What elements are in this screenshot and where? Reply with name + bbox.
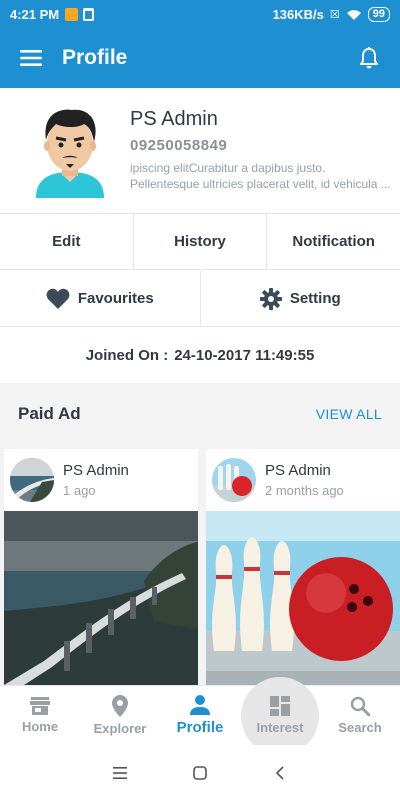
favourites-label: Favourites <box>77 290 154 307</box>
ad-card-meta: PS Admin 2 months ago <box>265 462 344 498</box>
store-icon <box>30 697 50 715</box>
profile-info: PS Admin 09250058849 ipiscing elitCurabi… <box>130 102 391 213</box>
chevron-left-icon <box>275 765 284 780</box>
back-button[interactable] <box>266 759 294 787</box>
person-icon <box>190 695 210 715</box>
ad-card-meta: PS Admin 1 ago <box>63 462 129 498</box>
profile-bio-line2: Pellentesque ultricies placerat velit, i… <box>130 177 391 191</box>
nav-interest-label: Interest <box>256 720 304 735</box>
menu-lines-icon <box>113 766 127 779</box>
trash-notification-icon <box>83 7 95 21</box>
ad-card[interactable]: PS Admin 2 months ago <box>206 449 400 685</box>
favourites-button[interactable]: Favourites <box>0 271 201 326</box>
nav-profile[interactable]: Profile <box>160 686 240 745</box>
ad-card[interactable]: PS Admin 1 ago <box>4 449 198 685</box>
profile-bio: ipiscing elitCurabitur a dapibus justo. … <box>130 160 391 192</box>
profile-avatar <box>26 102 114 198</box>
status-right: 136KB/s ☒ 99 <box>272 6 390 22</box>
dashboard-icon <box>270 696 290 716</box>
view-all-link[interactable]: VIEW ALL <box>316 406 382 422</box>
profile-bio-line1: ipiscing elitCurabitur a dapibus justo. <box>130 161 326 175</box>
status-bar: 4:21 PM 136KB/s ☒ 99 <box>0 0 400 28</box>
joined-date: Joined On : 24-10-2017 11:49:55 <box>0 327 400 383</box>
location-pin-icon <box>112 695 128 717</box>
ad-card-author: PS Admin <box>63 462 129 479</box>
paid-ad-section: Paid Ad VIEW ALL PS Admin 1 ago PS Admin… <box>0 383 400 685</box>
ad-card-author: PS Admin <box>265 462 331 479</box>
search-icon <box>350 696 370 716</box>
edit-button[interactable]: Edit <box>0 214 134 269</box>
sim-off-icon: ☒ <box>329 8 340 21</box>
network-speed: 136KB/s <box>272 6 324 22</box>
square-icon <box>193 765 207 780</box>
profile-actions-row2: Favourites Setting <box>0 271 400 327</box>
joined-label: Joined On : <box>85 346 169 364</box>
menu-icon[interactable] <box>16 43 46 73</box>
battery-indicator: 99 <box>367 6 390 22</box>
wifi-icon <box>346 9 361 20</box>
nav-profile-label: Profile <box>176 719 224 736</box>
bottom-nav: Home Explorer Profile Interest Search <box>0 685 400 745</box>
recents-button[interactable] <box>106 759 134 787</box>
ad-card-header: PS Admin 2 months ago <box>206 449 400 511</box>
paid-ad-title: Paid Ad <box>18 404 81 423</box>
paid-ad-header: Paid Ad VIEW ALL <box>0 383 400 445</box>
ad-card-time: 2 months ago <box>265 483 344 498</box>
heart-icon <box>46 288 70 309</box>
ad-card-time: 1 ago <box>63 483 96 498</box>
home-button[interactable] <box>186 759 214 787</box>
nav-interest[interactable]: Interest <box>240 686 320 745</box>
nav-search-label: Search <box>338 720 382 735</box>
history-button[interactable]: History <box>134 214 268 269</box>
paid-ad-cards: PS Admin 1 ago PS Admin 2 months ago <box>4 449 400 685</box>
setting-button[interactable]: Setting <box>201 271 400 326</box>
nav-home[interactable]: Home <box>0 686 80 745</box>
setting-label: Setting <box>289 290 341 307</box>
profile-header: PS Admin 09250058849 ipiscing elitCurabi… <box>0 88 400 214</box>
nav-explorer[interactable]: Explorer <box>80 686 160 745</box>
notification-bell-icon[interactable] <box>354 43 384 73</box>
status-time: 4:21 PM <box>10 6 60 22</box>
app-notification-icon <box>65 7 79 21</box>
ad-card-image <box>4 511 198 685</box>
nav-home-label: Home <box>21 719 59 734</box>
ad-card-avatar <box>10 458 54 502</box>
joined-value: 24-10-2017 11:49:55 <box>174 346 315 364</box>
nav-search[interactable]: Search <box>320 686 400 745</box>
ad-card-header: PS Admin 1 ago <box>4 449 198 511</box>
app-bar: Profile <box>0 28 400 88</box>
system-nav-bar <box>0 745 400 800</box>
ad-card-image <box>206 511 400 685</box>
page-title: Profile <box>62 46 128 69</box>
ad-card-avatar <box>212 458 256 502</box>
profile-phone: 09250058849 <box>130 137 228 154</box>
profile-name: PS Admin <box>130 108 218 130</box>
profile-actions-row1: Edit History Notification <box>0 214 400 270</box>
gear-icon <box>259 287 282 310</box>
notification-button[interactable]: Notification <box>267 214 400 269</box>
nav-explorer-label: Explorer <box>93 721 147 736</box>
